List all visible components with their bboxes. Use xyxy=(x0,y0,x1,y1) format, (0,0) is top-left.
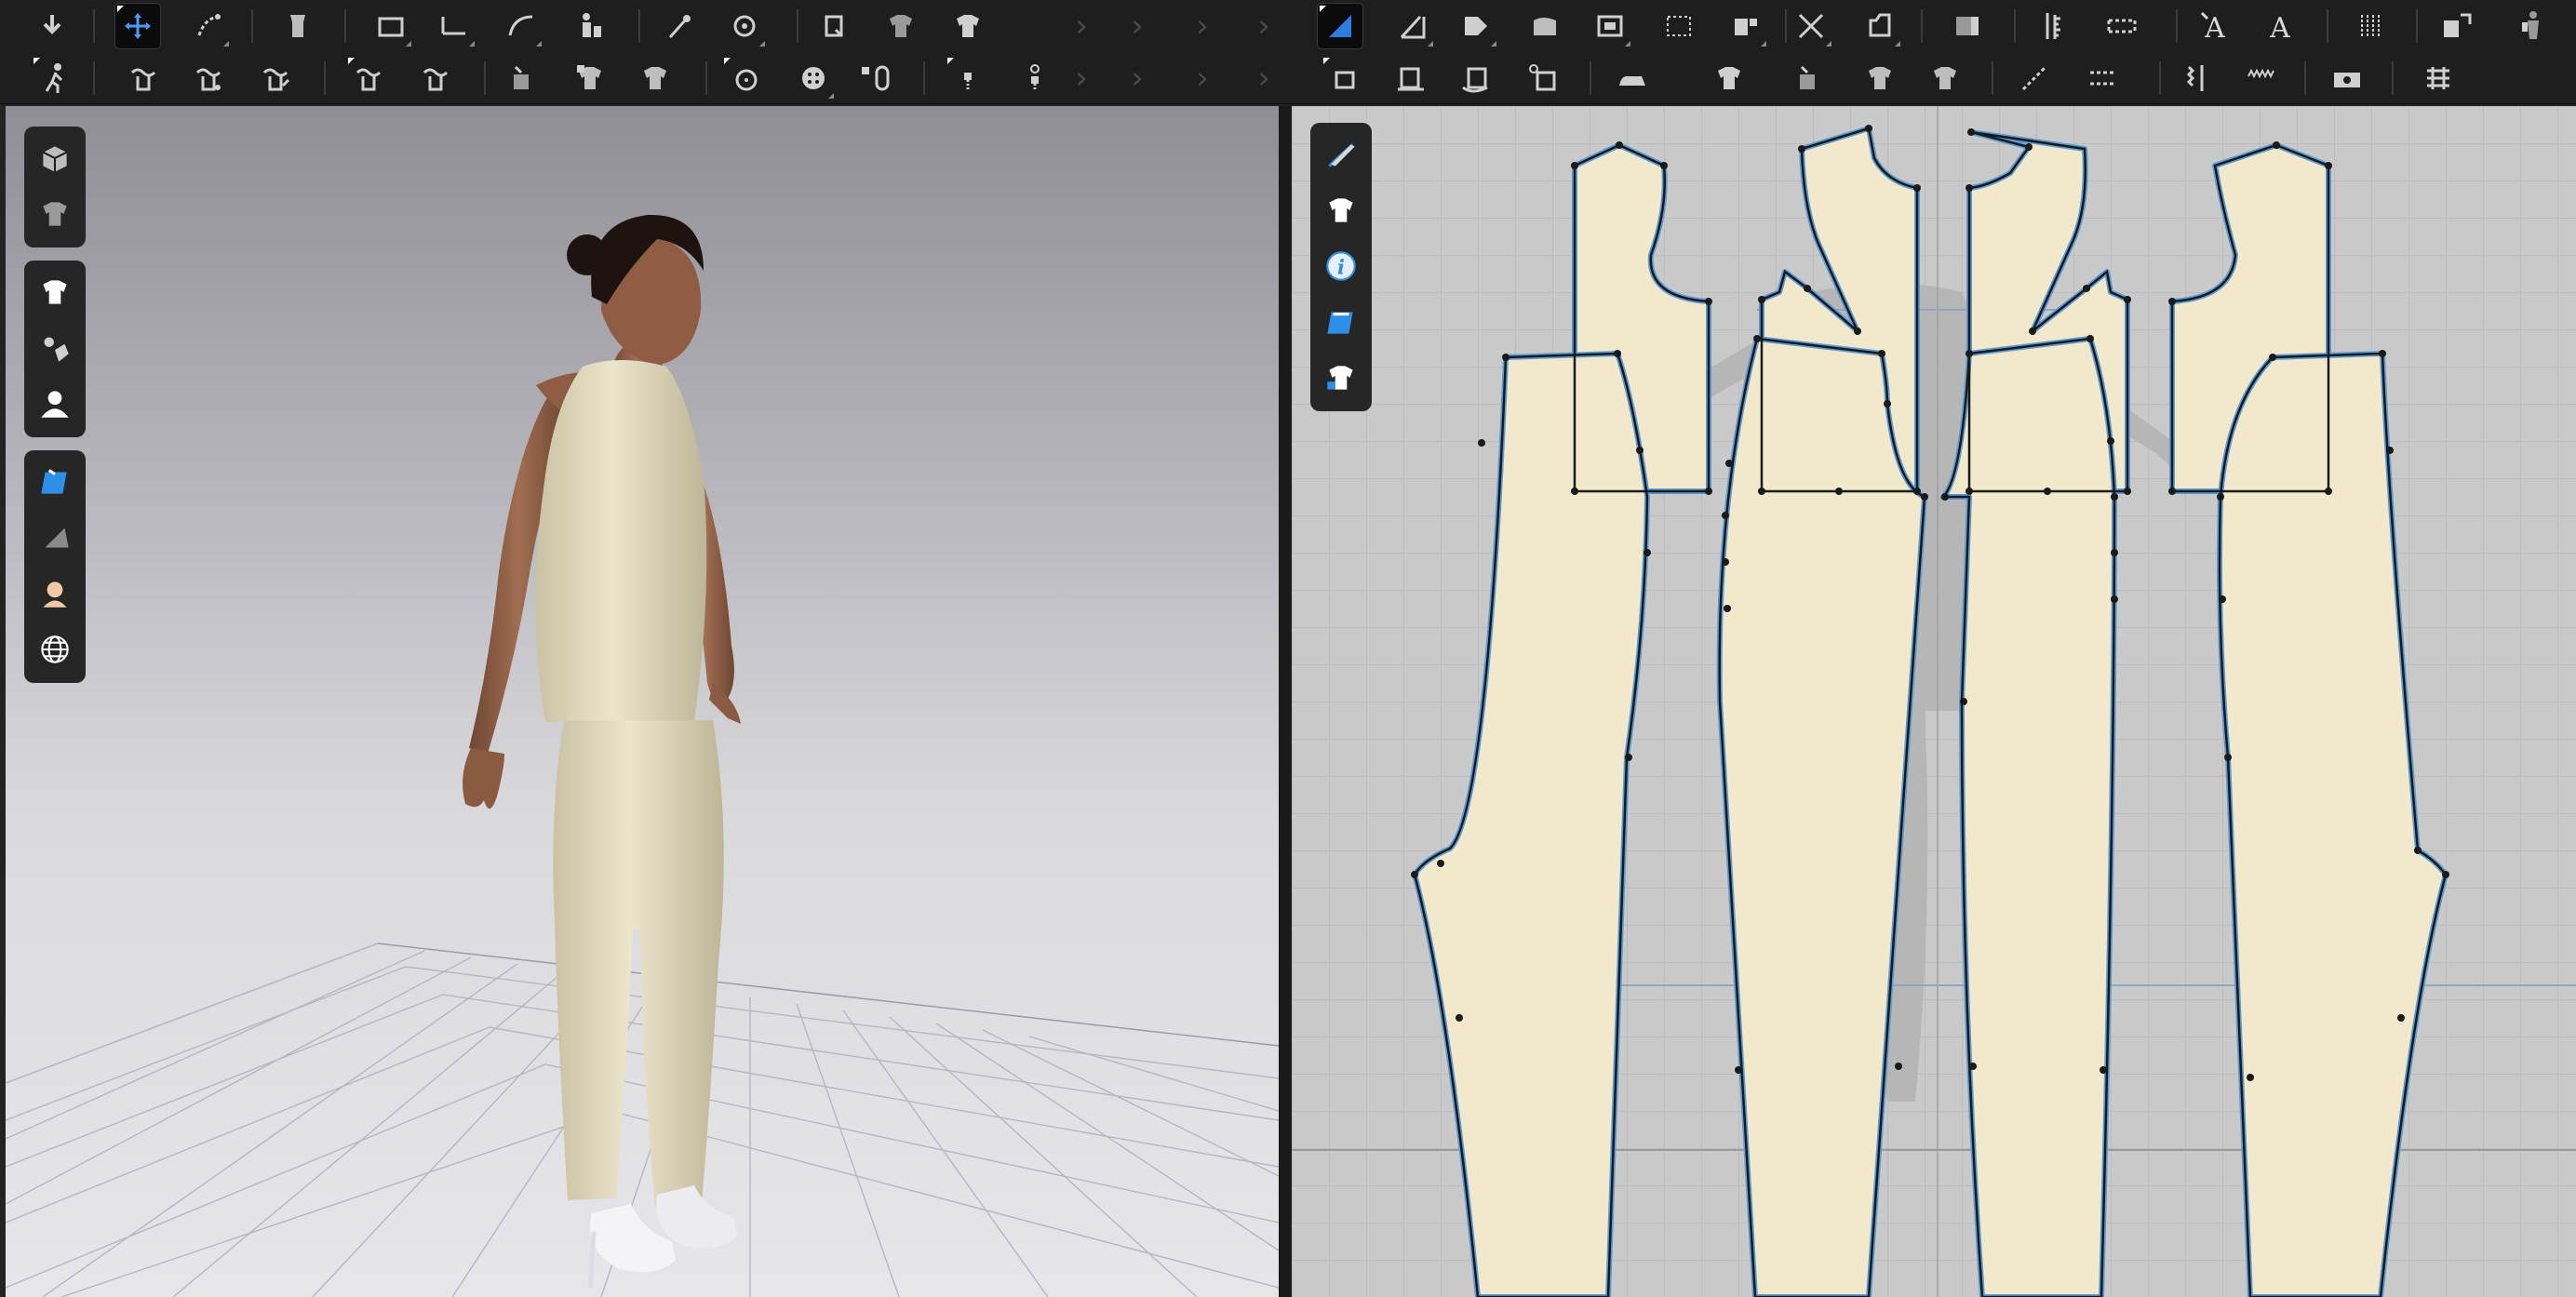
scene-3d xyxy=(6,214,1279,1297)
polygon-icon[interactable] xyxy=(1454,4,1498,48)
free-sewing-icon[interactable] xyxy=(186,56,231,100)
ruler-icon[interactable] xyxy=(2033,4,2077,48)
info-icon[interactable]: i xyxy=(1310,238,1372,294)
button-icon[interactable] xyxy=(722,56,767,100)
trim-icon[interactable] xyxy=(1724,4,1768,48)
measure-icon[interactable] xyxy=(432,4,476,48)
avatar-pose-icon[interactable] xyxy=(568,4,612,48)
edit-texture-icon[interactable] xyxy=(1310,127,1372,182)
pattern-list-icon[interactable] xyxy=(2416,56,2461,100)
display-avatar-icon[interactable] xyxy=(24,130,86,186)
edit-pattern-icon[interactable] xyxy=(1317,3,1363,49)
fabric-print-icon[interactable] xyxy=(1923,56,1967,100)
pattern-fold-icon[interactable] xyxy=(1387,56,1431,100)
shading-icon[interactable] xyxy=(24,510,86,566)
elastic-icon[interactable] xyxy=(2174,56,2219,100)
fold-icon[interactable] xyxy=(1945,4,1990,48)
segment-sewing-icon[interactable] xyxy=(121,56,166,100)
select-move-icon[interactable] xyxy=(114,3,161,49)
transform-pattern-icon[interactable] xyxy=(186,4,231,48)
iron-icon[interactable] xyxy=(1610,56,1655,100)
pattern-measure-icon[interactable] xyxy=(1454,56,1498,100)
garment-simulate-icon[interactable] xyxy=(275,4,320,48)
zipper-icon[interactable] xyxy=(946,56,990,100)
garment-tshirt-icon[interactable] xyxy=(946,4,990,48)
import-avatar-icon[interactable] xyxy=(30,4,74,48)
sewing-machine-icon[interactable] xyxy=(369,4,413,48)
texture-icon[interactable] xyxy=(501,56,545,100)
edit-curve-icon[interactable] xyxy=(499,4,543,48)
rectangle-icon[interactable] xyxy=(1523,4,1567,48)
shirt-preview-icon[interactable] xyxy=(1707,56,1751,100)
notch-icon[interactable] xyxy=(1858,4,1902,48)
avatar-dress-icon[interactable] xyxy=(2509,4,2554,48)
fabric-pattern-icon[interactable] xyxy=(568,56,612,100)
pattern-piece-pants-back-right[interactable] xyxy=(2217,351,2449,1297)
show-avatar-icon[interactable] xyxy=(24,376,86,432)
buttonhole-icon[interactable] xyxy=(791,56,836,100)
show-trims-icon[interactable] xyxy=(24,320,86,376)
display-panel xyxy=(24,127,86,247)
pin-icon[interactable] xyxy=(657,4,702,48)
display-garment-icon[interactable] xyxy=(24,186,86,242)
dashed-line-icon[interactable] xyxy=(2012,56,2057,100)
fold-arrangement-icon[interactable] xyxy=(812,4,856,48)
fabric-align-icon[interactable] xyxy=(1858,56,1902,100)
grid-toggle-icon[interactable] xyxy=(2349,4,2394,48)
garment-fit-icon[interactable] xyxy=(879,4,923,48)
pattern-scale-icon[interactable] xyxy=(1521,56,1565,100)
create-line-icon[interactable] xyxy=(1390,4,1435,48)
main-toolbar-row-1: › › › › A A xyxy=(0,0,2576,52)
pattern-view-panel: i xyxy=(1310,123,1372,411)
svg-text:i: i xyxy=(1337,255,1345,278)
show-garment-icon[interactable] xyxy=(24,264,86,320)
lock-button-icon[interactable] xyxy=(854,56,899,100)
lock-garment-icon[interactable] xyxy=(1310,350,1372,406)
skin-icon[interactable] xyxy=(24,566,86,622)
pattern-sew-icon[interactable] xyxy=(1322,56,1366,100)
edit-sewing-icon[interactable] xyxy=(346,56,391,100)
texture-mode-icon[interactable] xyxy=(24,454,86,510)
show-panel xyxy=(24,261,86,437)
app-window: › › › › A A › › › › i xyxy=(0,0,2576,1297)
fabric-thickness-icon[interactable] xyxy=(1310,294,1372,350)
internal-shape-icon[interactable] xyxy=(1588,4,1632,48)
pattern-canvas xyxy=(1292,106,2576,1297)
environment-icon[interactable] xyxy=(24,622,86,677)
cut-icon[interactable] xyxy=(1789,4,1833,48)
viewport-splitter[interactable] xyxy=(1279,106,1292,1297)
main-toolbar-row-2: › › › › xyxy=(0,52,2576,104)
shirring-icon[interactable] xyxy=(2239,56,2284,100)
topstitch-icon[interactable] xyxy=(2081,56,2126,100)
fitting-icon[interactable] xyxy=(2325,56,2369,100)
grading-icon[interactable] xyxy=(2100,4,2144,48)
pattern-piece-pants-front-left[interactable] xyxy=(1716,336,1927,1297)
show-pattern-icon[interactable] xyxy=(1310,182,1372,238)
text-tool-icon[interactable]: A xyxy=(2193,4,2237,48)
arrange-icon[interactable] xyxy=(2435,4,2479,48)
viewport-2d-pattern[interactable]: i xyxy=(1292,106,2576,1297)
texture-edit-icon[interactable] xyxy=(1787,56,1831,100)
walk-animation-icon[interactable] xyxy=(32,56,76,100)
render-panel xyxy=(24,450,86,683)
avatar-3d[interactable] xyxy=(463,214,741,1289)
seam-allowance-icon[interactable] xyxy=(1657,4,1701,48)
check-sewing-icon[interactable] xyxy=(413,56,458,100)
text-annotation-icon[interactable]: A xyxy=(2258,4,2302,48)
tack-icon[interactable] xyxy=(722,4,767,48)
graphic-icon[interactable] xyxy=(633,56,678,100)
svg-text:A: A xyxy=(2269,12,2290,45)
zipper-slider-icon[interactable] xyxy=(1013,56,1057,100)
multi-sewing-icon[interactable] xyxy=(253,56,298,100)
viewport-3d[interactable] xyxy=(6,106,1279,1297)
